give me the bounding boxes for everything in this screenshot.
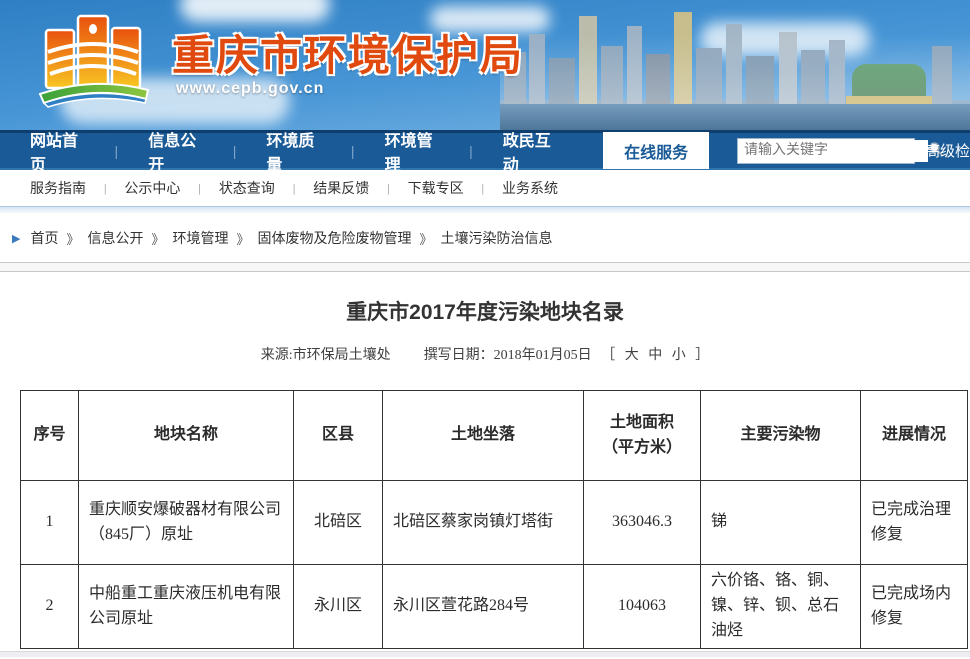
article-date: 撰写日期：2018年01月05日 — [424, 348, 592, 363]
polluted-land-table-wrap: 序号 地块名称 区县 土地坐落 土地面积 （平方米） 主要污染物 进展情况 1 … — [20, 390, 970, 649]
cell-plot-name: 中船重工重庆液压机电有限公司原址 — [79, 565, 294, 649]
page-title: 重庆市2017年度污染地块名录 — [0, 298, 970, 328]
subnav-separator: | — [293, 181, 295, 196]
main-navbar: 网站首页 | 信息公开 | 环境质量 | 环境管理 | 政民互动 在线服务 — [0, 130, 970, 170]
subnav-separator: | — [104, 181, 106, 196]
nav-item-home[interactable]: 网站首页 — [26, 127, 89, 175]
breadcrumb-item-env-management[interactable]: 环境管理 — [173, 228, 229, 248]
nav-item-env-quality[interactable]: 环境质量 — [262, 127, 325, 175]
subnav-divider — [0, 206, 970, 214]
cell-progress: 已完成治理修复 — [861, 481, 968, 565]
cell-district: 北碚区 — [294, 481, 383, 565]
header-location: 土地坐落 — [383, 391, 584, 481]
nav-item-env-management[interactable]: 环境管理 — [381, 127, 444, 175]
breadcrumb-item-home[interactable]: 首页 — [30, 228, 58, 248]
site-url: www.cepb.gov.cn — [176, 80, 324, 98]
advanced-search-link[interactable]: 高级检 — [925, 140, 970, 161]
breadcrumb: ▶ 首页 》 信息公开 》 环境管理 》 固体废物及危险废物管理 》 土壤污染防… — [0, 214, 970, 262]
subnav-separator: | — [482, 181, 484, 196]
subnav-separator: | — [198, 181, 200, 196]
font-size-small-button[interactable]: 小 — [672, 348, 686, 363]
subnav-item-status-query[interactable]: 状态查询 — [219, 178, 275, 198]
breadcrumb-separator: 》 — [66, 229, 79, 248]
subnav-item-publicity-center[interactable]: 公示中心 — [124, 178, 180, 198]
city-skyline-image — [500, 0, 970, 130]
nav-separator: | — [233, 143, 237, 159]
article: 重庆市2017年度污染地块名录 来源:市环保局土壤处 撰写日期：2018年01月… — [0, 272, 970, 364]
breadcrumb-separator: 》 — [151, 229, 164, 248]
breadcrumb-arrow-icon: ▶ — [12, 232, 20, 245]
article-meta: 来源:市环保局土壤处 撰写日期：2018年01月05日 ［ 大 中 小 ］ — [0, 344, 970, 364]
nav-item-public-interaction[interactable]: 政民互动 — [499, 127, 562, 175]
cell-serial-no: 2 — [21, 565, 79, 649]
table-row: 1 重庆顺安爆破器材有限公司（845厂）原址 北碚区 北碚区蔡家岗镇灯塔街 36… — [21, 481, 968, 565]
cell-location: 北碚区蔡家岗镇灯塔街 — [383, 481, 584, 565]
nav-item-info-disclosure[interactable]: 信息公开 — [144, 127, 207, 175]
section-divider — [0, 262, 970, 272]
bureau-logo — [34, 6, 154, 115]
subnav-item-business-system[interactable]: 业务系统 — [502, 178, 558, 198]
haze-overlay — [500, 34, 970, 104]
breadcrumb-separator: 》 — [237, 229, 250, 248]
breadcrumb-item-solid-waste[interactable]: 固体废物及危险废物管理 — [258, 228, 412, 248]
nav-tab-online-service-active[interactable]: 在线服务 — [603, 132, 709, 169]
footer-strip — [0, 651, 970, 657]
nav-separator: | — [469, 143, 473, 159]
cell-pollutants: 六价铬、铬、铜、镍、锌、钡、总石油烃 — [701, 565, 861, 649]
table-row: 2 中船重工重庆液压机电有限公司原址 永川区 永川区萱花路284号 104063… — [21, 565, 968, 649]
cloud-decoration — [180, 0, 330, 22]
nav-separator: | — [351, 143, 355, 159]
search-area: 高级检 — [737, 138, 970, 164]
site-title: 重庆市环境保护局 — [172, 22, 524, 83]
article-source: 来源:市环保局土壤处 — [261, 348, 391, 363]
font-size-large-button[interactable]: 大 — [625, 348, 639, 363]
table-header-row: 序号 地块名称 区县 土地坐落 土地面积 （平方米） 主要污染物 进展情况 — [21, 391, 968, 481]
header-pollutants: 主要污染物 — [701, 391, 861, 481]
font-size-bracket-close: ］ — [695, 348, 709, 363]
polluted-land-table: 序号 地块名称 区县 土地坐落 土地面积 （平方米） 主要污染物 进展情况 1 … — [20, 390, 968, 649]
subnav-item-result-feedback[interactable]: 结果反馈 — [313, 178, 369, 198]
subnav-separator: | — [387, 181, 389, 196]
font-size-bracket-open: ［ — [601, 348, 615, 363]
cell-land-area: 104063 — [584, 565, 701, 649]
site-header: 重庆市环境保护局 www.cepb.gov.cn — [0, 0, 970, 130]
cell-land-area: 363046.3 — [584, 481, 701, 565]
cell-pollutants: 锑 — [701, 481, 861, 565]
header-land-area: 土地面积 （平方米） — [584, 391, 701, 481]
header-progress: 进展情况 — [861, 391, 968, 481]
header-district: 区县 — [294, 391, 383, 481]
header-plot-name: 地块名称 — [79, 391, 294, 481]
cell-plot-name: 重庆顺安爆破器材有限公司（845厂）原址 — [79, 481, 294, 565]
search-input[interactable] — [738, 140, 928, 162]
nav-separator: | — [115, 143, 119, 159]
cell-serial-no: 1 — [21, 481, 79, 565]
subnav-item-service-guide[interactable]: 服务指南 — [30, 178, 86, 198]
header-serial-no: 序号 — [21, 391, 79, 481]
page: 重庆市环境保护局 www.cepb.gov.cn 网站首页 | 信息公开 | 环… — [0, 0, 970, 659]
cell-progress: 已完成场内修复 — [861, 565, 968, 649]
sub-navbar: 服务指南 | 公示中心 | 状态查询 | 结果反馈 | 下载专区 | 业务系统 — [0, 170, 970, 206]
subnav-item-download-zone[interactable]: 下载专区 — [408, 178, 464, 198]
breadcrumb-item-soil-pollution[interactable]: 土壤污染防治信息 — [441, 228, 553, 248]
cell-district: 永川区 — [294, 565, 383, 649]
search-box — [737, 138, 915, 164]
font-size-medium-button[interactable]: 中 — [648, 348, 662, 363]
river-water — [500, 100, 970, 130]
breadcrumb-item-info-disclosure[interactable]: 信息公开 — [87, 228, 143, 248]
cell-location: 永川区萱花路284号 — [383, 565, 584, 649]
breadcrumb-separator: 》 — [420, 229, 433, 248]
